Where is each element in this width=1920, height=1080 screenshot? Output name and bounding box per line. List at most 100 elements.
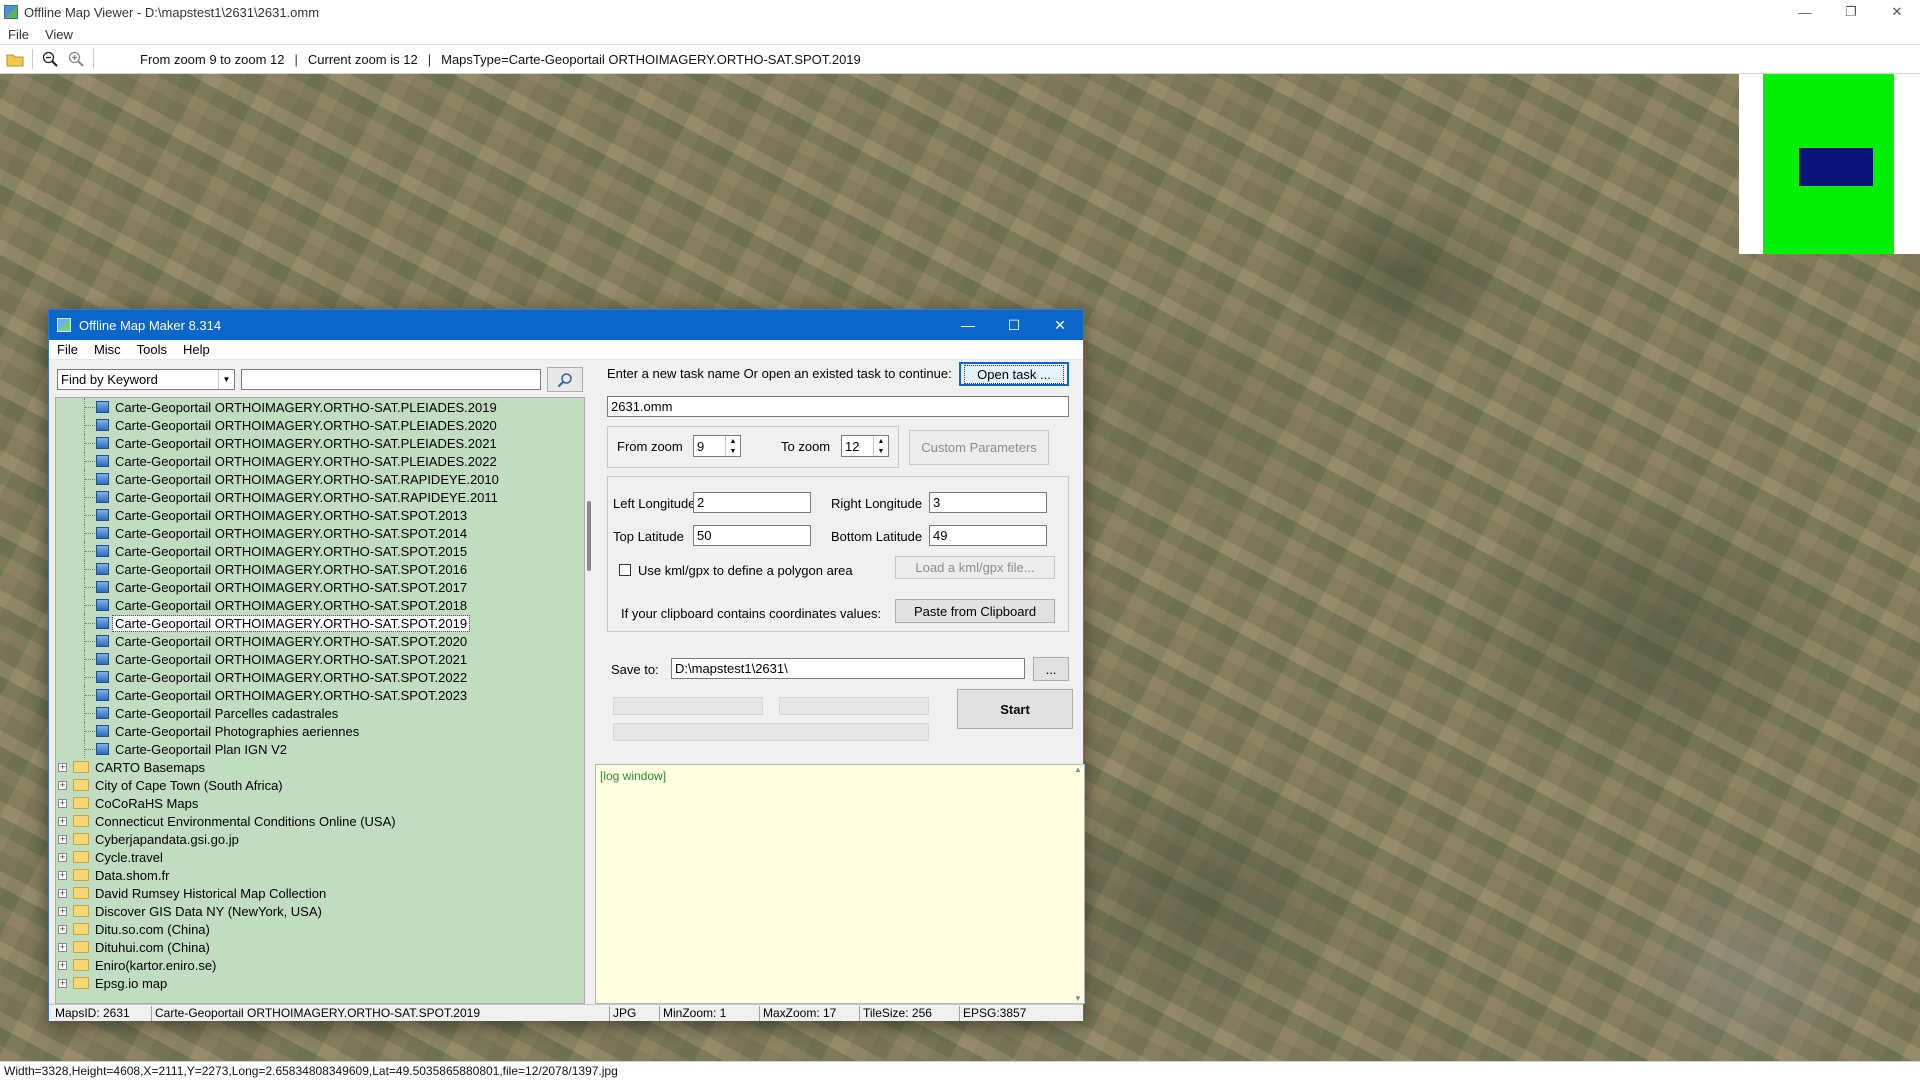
- log-scrollbar[interactable]: ▲ ▼: [1072, 765, 1084, 1003]
- tree-group[interactable]: + David Rumsey Historical Map Collection: [56, 884, 584, 902]
- paste-from-clipboard-button[interactable]: Paste from Clipboard: [895, 599, 1055, 623]
- tree-item[interactable]: Carte-Geoportail ORTHOIMAGERY.ORTHO-SAT.…: [56, 596, 584, 614]
- scroll-up-icon[interactable]: ▲: [1074, 765, 1082, 774]
- to-zoom-up-icon[interactable]: ▲: [874, 436, 888, 446]
- map-source-tree[interactable]: Carte-Geoportail ORTHOIMAGERY.ORTHO-SAT.…: [55, 397, 585, 1004]
- save-to-field[interactable]: D:\mapstest1\2631\: [671, 658, 1025, 679]
- expand-icon[interactable]: +: [58, 924, 67, 934]
- scroll-down-icon[interactable]: ▼: [1074, 994, 1082, 1003]
- zoom-out-icon[interactable]: [39, 48, 61, 70]
- close-button[interactable]: ✕: [1874, 0, 1920, 24]
- map-layer-icon: [96, 563, 109, 575]
- to-zoom-down-icon[interactable]: ▼: [874, 446, 888, 456]
- tree-item[interactable]: Carte-Geoportail ORTHOIMAGERY.ORTHO-SAT.…: [56, 470, 584, 488]
- expand-icon[interactable]: +: [58, 798, 67, 808]
- dialog-minimize-button[interactable]: —: [945, 310, 991, 340]
- top-latitude-field[interactable]: 50: [693, 525, 811, 546]
- tree-scroll-thumb[interactable]: [587, 501, 591, 571]
- right-longitude-field[interactable]: 3: [929, 492, 1047, 513]
- left-longitude-field[interactable]: 2: [693, 492, 811, 513]
- kml-checkbox[interactable]: [619, 564, 631, 576]
- from-zoom-up-icon[interactable]: ▲: [726, 436, 740, 446]
- tree-group-label: Connecticut Environmental Conditions Onl…: [95, 813, 396, 829]
- tree-item[interactable]: Carte-Geoportail ORTHOIMAGERY.ORTHO-SAT.…: [56, 614, 584, 632]
- custom-parameters-button[interactable]: Custom Parameters: [909, 430, 1049, 465]
- dialog-menu-file[interactable]: File: [49, 342, 86, 357]
- dialog-title-bar[interactable]: Offline Map Maker 8.314 — ☐ ✕: [49, 310, 1083, 340]
- start-button[interactable]: Start: [957, 689, 1073, 729]
- tree-item[interactable]: Carte-Geoportail ORTHOIMAGERY.ORTHO-SAT.…: [56, 542, 584, 560]
- expand-icon[interactable]: +: [58, 762, 67, 772]
- open-task-button[interactable]: Open task ...: [959, 362, 1069, 386]
- tree-group[interactable]: + Cyberjapandata.gsi.go.jp: [56, 830, 584, 848]
- tree-group[interactable]: + Data.shom.fr: [56, 866, 584, 884]
- minimap-viewport[interactable]: [1799, 148, 1873, 186]
- tree-group-label: CoCoRaHS Maps: [95, 795, 199, 811]
- tree-item[interactable]: Carte-Geoportail ORTHOIMAGERY.ORTHO-SAT.…: [56, 488, 584, 506]
- dialog-maximize-button[interactable]: ☐: [991, 310, 1037, 340]
- expand-icon[interactable]: +: [58, 888, 67, 898]
- tree-item[interactable]: Carte-Geoportail ORTHOIMAGERY.ORTHO-SAT.…: [56, 524, 584, 542]
- tree-item[interactable]: Carte-Geoportail ORTHOIMAGERY.ORTHO-SAT.…: [56, 560, 584, 578]
- expand-icon[interactable]: +: [58, 870, 67, 880]
- load-kml-button[interactable]: Load a kml/gpx file...: [895, 556, 1055, 579]
- tree-item[interactable]: Carte-Geoportail ORTHOIMAGERY.ORTHO-SAT.…: [56, 650, 584, 668]
- expand-icon[interactable]: +: [58, 978, 67, 988]
- expand-icon[interactable]: +: [58, 960, 67, 970]
- tree-item[interactable]: Carte-Geoportail ORTHOIMAGERY.ORTHO-SAT.…: [56, 668, 584, 686]
- dialog-menu-help[interactable]: Help: [175, 342, 218, 357]
- chevron-down-icon[interactable]: ▼: [218, 370, 234, 389]
- expand-icon[interactable]: +: [58, 942, 67, 952]
- minimap[interactable]: [1739, 74, 1920, 254]
- expand-icon[interactable]: +: [58, 816, 67, 826]
- search-input[interactable]: [241, 369, 541, 390]
- tree-item[interactable]: Carte-Geoportail ORTHOIMAGERY.ORTHO-SAT.…: [56, 452, 584, 470]
- dialog-menu-tools[interactable]: Tools: [129, 342, 175, 357]
- search-mode-select[interactable]: Find by Keyword ▼: [57, 369, 235, 390]
- main-title-bar[interactable]: Offline Map Viewer - D:\mapstest1\2631\2…: [0, 0, 1920, 24]
- bottom-latitude-field[interactable]: 49: [929, 525, 1047, 546]
- from-zoom-stepper[interactable]: 9 ▲ ▼: [693, 435, 741, 457]
- tree-group[interactable]: + CoCoRaHS Maps: [56, 794, 584, 812]
- maximize-button[interactable]: ❐: [1828, 0, 1874, 24]
- minimize-button[interactable]: —: [1782, 0, 1828, 24]
- tree-scrollbar[interactable]: [585, 397, 593, 1004]
- kml-checkbox-label[interactable]: Use kml/gpx to define a polygon area: [638, 563, 853, 578]
- tree-item[interactable]: Carte-Geoportail ORTHOIMAGERY.ORTHO-SAT.…: [56, 506, 584, 524]
- tree-group[interactable]: + Dituhui.com (China): [56, 938, 584, 956]
- tree-group[interactable]: + Discover GIS Data NY (NewYork, USA): [56, 902, 584, 920]
- menu-file[interactable]: File: [0, 27, 37, 42]
- tree-item[interactable]: Carte-Geoportail ORTHOIMAGERY.ORTHO-SAT.…: [56, 398, 584, 416]
- expand-icon[interactable]: +: [58, 834, 67, 844]
- dialog-menu-misc[interactable]: Misc: [86, 342, 129, 357]
- tree-group-label: CARTO Basemaps: [95, 759, 206, 775]
- to-zoom-stepper[interactable]: 12 ▲ ▼: [841, 435, 889, 457]
- task-name-field[interactable]: 2631.omm: [607, 396, 1069, 417]
- tree-item[interactable]: Carte-Geoportail Plan IGN V2: [56, 740, 584, 758]
- tree-item[interactable]: Carte-Geoportail ORTHOIMAGERY.ORTHO-SAT.…: [56, 686, 584, 704]
- expand-icon[interactable]: +: [58, 906, 67, 916]
- from-zoom-down-icon[interactable]: ▼: [726, 446, 740, 456]
- dialog-close-button[interactable]: ✕: [1037, 310, 1083, 340]
- tree-group[interactable]: + Connecticut Environmental Conditions On…: [56, 812, 584, 830]
- tree-group[interactable]: + Epsg.io map: [56, 974, 584, 992]
- tree-item[interactable]: Carte-Geoportail ORTHOIMAGERY.ORTHO-SAT.…: [56, 434, 584, 452]
- expand-icon[interactable]: +: [58, 780, 67, 790]
- menu-view[interactable]: View: [37, 27, 81, 42]
- tree-item[interactable]: Carte-Geoportail ORTHOIMAGERY.ORTHO-SAT.…: [56, 578, 584, 596]
- tree-item[interactable]: Carte-Geoportail ORTHOIMAGERY.ORTHO-SAT.…: [56, 416, 584, 434]
- tree-item[interactable]: Carte-Geoportail Photographies aeriennes: [56, 722, 584, 740]
- open-folder-icon[interactable]: [4, 48, 26, 70]
- tree-group[interactable]: + Cycle.travel: [56, 848, 584, 866]
- tree-item[interactable]: Carte-Geoportail ORTHOIMAGERY.ORTHO-SAT.…: [56, 632, 584, 650]
- zoom-in-icon[interactable]: [65, 48, 87, 70]
- browse-button[interactable]: ...: [1033, 657, 1069, 681]
- expand-icon[interactable]: +: [58, 852, 67, 862]
- tree-group[interactable]: + CARTO Basemaps: [56, 758, 584, 776]
- log-window[interactable]: [log window] ▲ ▼: [595, 764, 1085, 1004]
- tree-group[interactable]: + City of Cape Town (South Africa): [56, 776, 584, 794]
- search-button[interactable]: [547, 367, 583, 392]
- tree-group[interactable]: + Eniro(kartor.eniro.se): [56, 956, 584, 974]
- tree-item[interactable]: Carte-Geoportail Parcelles cadastrales: [56, 704, 584, 722]
- tree-group[interactable]: + Ditu.so.com (China): [56, 920, 584, 938]
